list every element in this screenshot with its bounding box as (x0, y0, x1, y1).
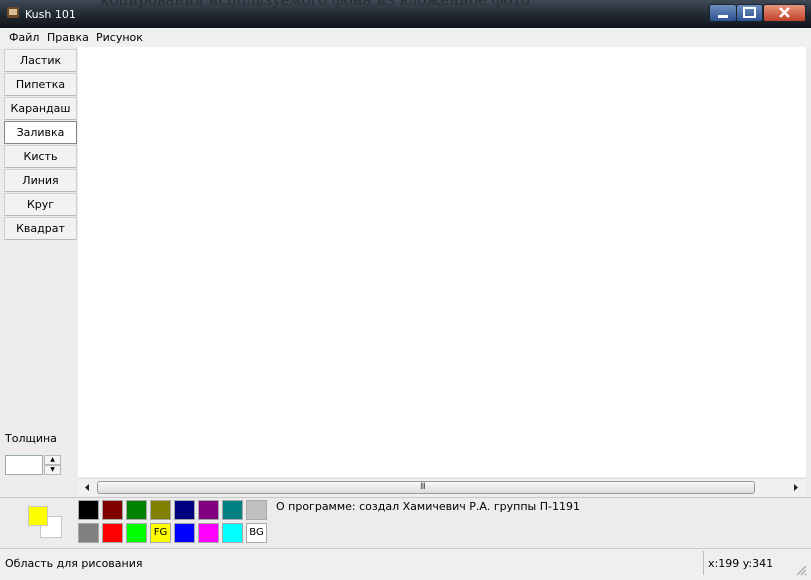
color-swatch-black[interactable] (78, 500, 99, 520)
thickness-input[interactable] (5, 455, 43, 475)
color-swatch-magenta[interactable] (198, 523, 219, 543)
color-swatch-lime[interactable] (126, 523, 147, 543)
menu-bar: Файл Правка Рисунок (0, 28, 811, 47)
color-swatch-purple[interactable] (198, 500, 219, 520)
separator (0, 497, 811, 498)
color-swatch-green[interactable] (126, 500, 147, 520)
minimize-icon (718, 15, 728, 18)
maximize-icon (743, 7, 756, 18)
tool-brush-button[interactable]: Кисть (4, 145, 77, 168)
scrollbar-thumb[interactable] (97, 481, 755, 494)
tool-circle-button[interactable]: Круг (4, 193, 77, 216)
arrow-left-icon[interactable] (80, 481, 94, 494)
color-swatch-white-bg[interactable]: BG (246, 523, 267, 543)
tool-square-button[interactable]: Квадрат (4, 217, 77, 240)
tool-line-button[interactable]: Линия (4, 169, 77, 192)
spin-up-icon[interactable]: ▲ (44, 455, 61, 465)
background-window-text: копирования используемого фона из вложен… (100, 0, 530, 9)
menu-picture[interactable]: Рисунок (96, 31, 143, 44)
color-swatch-olive[interactable] (150, 500, 171, 520)
tool-eyedropper-button[interactable]: Пипетка (4, 73, 77, 96)
color-swatch-maroon[interactable] (102, 500, 123, 520)
scrollbar-grip: III (420, 482, 426, 492)
status-divider (703, 551, 704, 575)
color-swatch-blue[interactable] (174, 523, 195, 543)
minimize-button[interactable] (709, 4, 737, 22)
menu-file[interactable]: Файл (9, 31, 39, 44)
cursor-coordinates: x:199 y:341 (708, 557, 774, 570)
close-icon (779, 7, 790, 18)
window-title: Kush 101 (25, 8, 76, 21)
about-text: О программе: создал Хамичевич Р.А. групп… (276, 500, 580, 513)
status-text: Область для рисования (5, 557, 143, 570)
close-button[interactable] (763, 4, 806, 22)
maximize-button[interactable] (736, 4, 763, 22)
color-swatch-silver[interactable] (246, 500, 267, 520)
menu-edit[interactable]: Правка (47, 31, 89, 44)
arrow-right-icon[interactable] (789, 481, 803, 494)
color-swatch-cyan[interactable] (222, 523, 243, 543)
tool-pencil-button[interactable]: Карандаш (4, 97, 77, 120)
color-swatch-gray[interactable] (78, 523, 99, 543)
tool-fill-button[interactable]: Заливка (4, 121, 77, 144)
current-foreground-color (28, 506, 48, 526)
color-swatch-yellow-fg[interactable]: FG (150, 523, 171, 543)
color-swatch-teal[interactable] (222, 500, 243, 520)
color-swatch-navy[interactable] (174, 500, 195, 520)
spin-down-icon[interactable]: ▼ (44, 465, 61, 475)
thickness-label: Толщина (5, 432, 57, 445)
resize-grip-icon[interactable] (793, 562, 807, 576)
app-icon (7, 7, 19, 18)
tool-eraser-button[interactable]: Ластик (4, 49, 77, 72)
color-swatch-red[interactable] (102, 523, 123, 543)
drawing-canvas[interactable] (78, 47, 806, 477)
